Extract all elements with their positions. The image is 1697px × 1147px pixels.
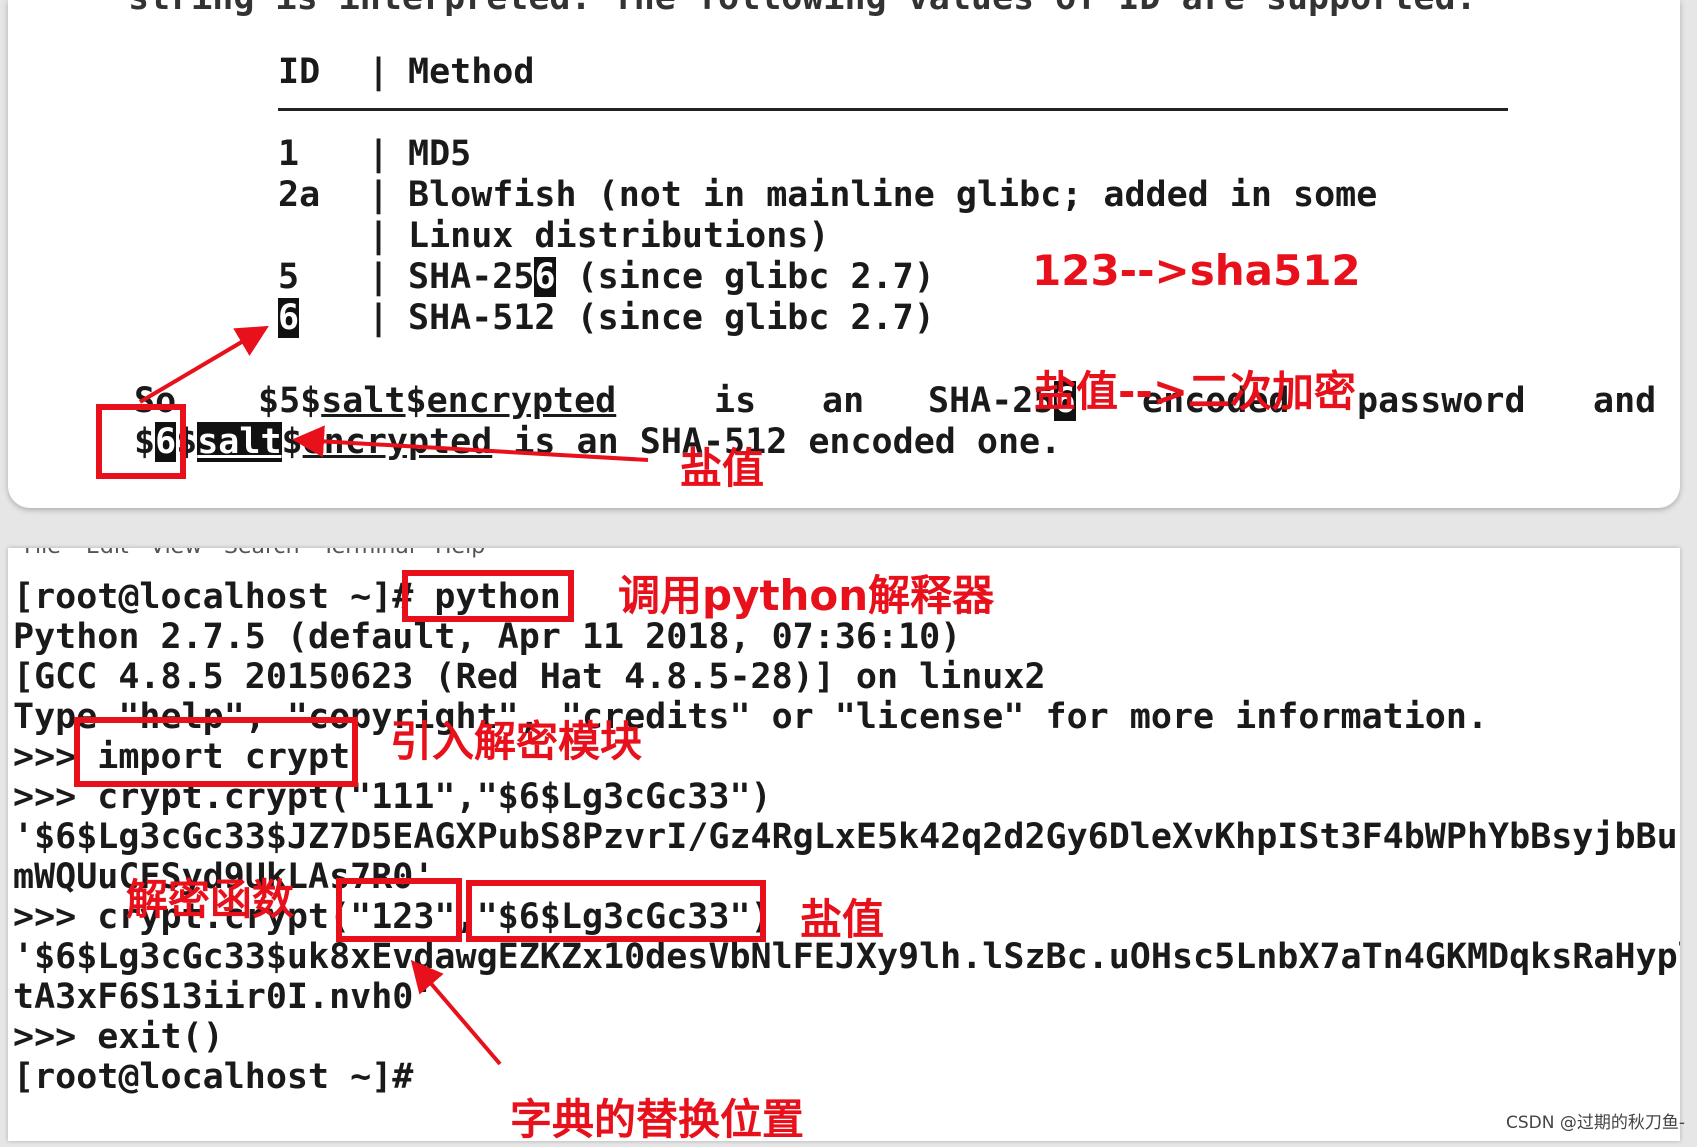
table-row-method: Linux distributions) [408,216,830,256]
annotation-salt-double-encrypt: 盐值-->二次加密 [1034,367,1357,416]
encrypted-word: encrypted [426,381,617,421]
menu-view[interactable]: View [150,548,202,559]
table-col-sep: | [368,257,390,297]
table-col-sep: | [368,298,390,338]
terminal-line: tA3xF6S13iir0I.nvh0' [13,977,435,1017]
table-header-method: Method [408,52,535,92]
format-5-example: $5$salt$encrypted [258,381,616,421]
selection-highlight: 6 [278,298,300,338]
table-col-sep: | [368,134,390,174]
annotation-decrypt-function: 解密函数 [126,875,295,924]
menu-help[interactable]: Help [435,548,485,559]
table-row-method: MD5 [408,134,472,174]
format-6-example: $6$salt$encrypted is an SHA-512 encoded … [134,422,1061,462]
highlight-box-import [74,717,358,787]
annotation-dict-replace: 字典的替换位置 [510,1095,805,1144]
dollar: $ [405,381,427,421]
table-row-id: 6 [278,298,300,338]
table-row-id: 1 [278,134,300,174]
man-header-fragment: string is interpreted. The following val… [128,0,1477,18]
terminal-line: [GCC 4.8.5 20150623 (Red Hat 4.8.5-28)] … [13,657,1046,697]
annotation-salt-terminal: 盐值 [800,895,885,944]
sentence-rest: is an SHA-512 encoded one. [492,422,1062,462]
annotation-salt: 盐值 [680,444,765,493]
menu-search[interactable]: Search [224,548,300,559]
table-row-id: 2a [278,175,321,215]
highlight-box-password [336,878,462,942]
annotation-sha512: 123-->sha512 [1032,246,1361,295]
terminal-line: '$6$Lg3cGc33$JZ7D5EAGXPubS8PzvrI/Gz4RgLx… [13,817,1680,857]
menu-terminal[interactable]: Terminal [322,548,415,559]
table-col-sep: | [368,175,390,215]
menu-edit[interactable]: Edit [86,548,129,559]
terminal-menubar: File Edit View Search Terminal Help [8,548,1680,560]
table-header-id: ID [278,52,321,92]
table-row-method: SHA-512 (since glibc 2.7) [408,298,935,338]
highlight-box-salt [466,880,766,942]
format-prefix: $5$ [258,381,322,421]
table-row-method: Blowfish (not in mainline glibc; added i… [408,175,1378,215]
text-word: password [1357,381,1526,421]
terminal-line: >>> exit() [13,1017,224,1057]
highlight-box-python [402,570,574,622]
highlight-box-six [96,404,186,479]
text-word: is [714,381,757,421]
watermark: CSDN @过期的秋刀鱼- [1505,1113,1685,1133]
menu-file[interactable]: File [24,548,61,559]
selection-highlight: 6 [534,257,556,297]
method-text: (since glibc 2.7) [555,257,935,297]
dollar: $ [281,422,303,462]
table-row-id: 5 [278,257,300,297]
terminal-window: File Edit View Search Terminal Help [roo… [8,548,1680,1141]
annotation-call-python: 调用python解释器 [618,571,995,620]
terminal-prompt[interactable]: [root@localhost ~]# [13,1057,413,1097]
man-page-panel: string is interpreted. The following val… [8,0,1680,508]
text-word: and [1593,381,1657,421]
salt-word-selected: salt [197,422,282,462]
encrypted-word: encrypted [302,422,493,462]
table-col-sep: | [368,216,390,256]
terminal-line: Python 2.7.5 (default, Apr 11 2018, 07:3… [13,617,962,657]
table-col-sep: | [368,52,390,92]
method-text: SHA-25 [408,257,535,297]
table-row-method: SHA-256 (since glibc 2.7) [408,257,935,297]
text-word: an [822,381,865,421]
salt-word: salt [321,381,406,421]
table-header-rule [278,108,1508,111]
annotation-import-module: 引入解密模块 [390,717,643,766]
